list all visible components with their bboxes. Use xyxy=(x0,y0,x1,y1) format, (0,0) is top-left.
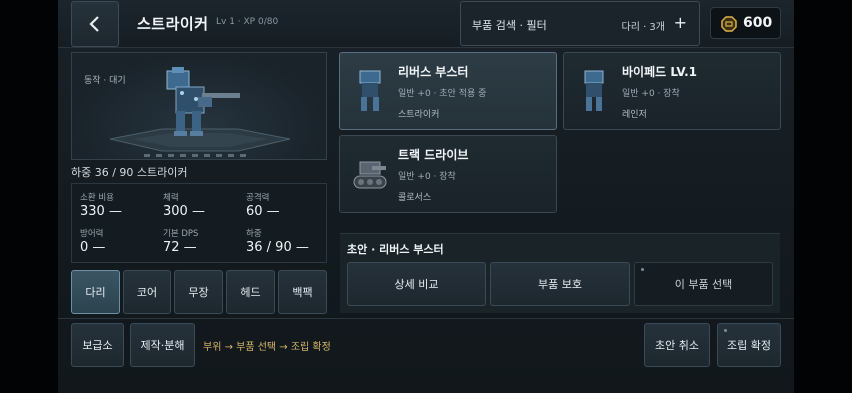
stat-label: 하중 xyxy=(246,229,262,239)
indicator-dot xyxy=(724,329,727,332)
part-title: 리버스 부스터 xyxy=(398,65,469,79)
stat-defense: 방어력 0 — xyxy=(80,227,105,255)
tab-legs[interactable]: 다리 xyxy=(71,270,120,314)
stat-value: 300 — xyxy=(163,204,205,219)
stat-load: 하중 36 / 90 — xyxy=(246,227,309,255)
level-xp: Lv 1 · XP 0/80 xyxy=(216,17,279,27)
confirm-assembly-button[interactable]: 조립 확정 xyxy=(717,323,781,367)
stat-value: 330 — xyxy=(80,204,122,219)
stat-value: 72 — xyxy=(163,240,197,255)
filter-summary: 다리 · 3개 xyxy=(621,22,666,33)
mech-preview: 동작 · 대기 xyxy=(71,52,327,160)
biped-thumbnail xyxy=(584,70,604,111)
stat-base-dps: 기본 DPS 72 — xyxy=(163,227,198,255)
reverse-booster-thumbnail xyxy=(359,70,381,111)
part-card-biped[interactable]: 바이페드 LV.1 일반 +0 · 장착 레인저 xyxy=(563,52,781,130)
add-filter-icon[interactable]: + xyxy=(674,13,687,32)
draft-detail-title: 초안 · 리버스 부스터 xyxy=(347,243,444,256)
protect-part-button[interactable]: 부품 보호 xyxy=(490,262,630,306)
part-owner: 레인저 xyxy=(622,110,647,120)
stat-label: 소환 비용 xyxy=(80,193,114,203)
part-title: 트랙 드라이브 xyxy=(398,148,469,162)
indicator-dot xyxy=(641,268,644,271)
currency-display: 600 xyxy=(710,7,781,39)
currency-value: 600 xyxy=(743,15,773,31)
stat-attack: 공격력 60 — xyxy=(246,191,280,219)
chevron-left-icon xyxy=(89,16,99,32)
part-search-filter[interactable]: 부품 검색 · 필터 다리 · 3개 + xyxy=(460,1,700,46)
craft-dismantle-button[interactable]: 제작·분해 xyxy=(130,323,195,367)
stat-summon-cost: 소환 비용 330 — xyxy=(80,191,122,219)
stat-value: 60 — xyxy=(246,204,280,219)
stat-label: 방어력 xyxy=(80,229,104,239)
part-status: 일반 +0 · 장착 xyxy=(622,89,680,99)
back-button[interactable] xyxy=(71,1,119,47)
stat-label: 공격력 xyxy=(246,193,270,203)
load-weight-summary: 하중 36 / 90 스트라이커 xyxy=(71,166,188,179)
tab-core[interactable]: 코어 xyxy=(123,270,171,314)
part-card-reverse-booster[interactable]: 리버스 부스터 일반 +0 · 초안 적용 중 스트라이커 xyxy=(339,52,557,130)
part-status: 일반 +0 · 초안 적용 중 xyxy=(398,89,487,99)
depot-button[interactable]: 보급소 xyxy=(71,323,124,367)
part-title: 바이페드 LV.1 xyxy=(622,65,697,79)
stat-value: 36 / 90 — xyxy=(246,240,309,255)
gear-coin-icon xyxy=(721,16,737,32)
flow-hint: 부위 → 부품 선택 → 조립 확정 xyxy=(203,342,331,353)
part-card-track-drive[interactable]: 트랙 드라이브 일반 +0 · 장착 콜로서스 xyxy=(339,135,557,213)
stat-label: 기본 DPS xyxy=(163,229,199,239)
stat-health: 체력 300 — xyxy=(163,191,205,219)
cancel-draft-button[interactable]: 초안 취소 xyxy=(644,323,710,367)
search-filter-label: 부품 검색 · 필터 xyxy=(472,19,547,32)
part-status: 일반 +0 · 장착 xyxy=(398,172,456,182)
stat-value: 0 — xyxy=(80,240,106,255)
confirm-assembly-label: 조립 확정 xyxy=(727,339,771,352)
tab-backpack[interactable]: 백팩 xyxy=(278,270,327,314)
part-owner: 콜로서스 xyxy=(398,193,432,203)
select-part-button[interactable]: 이 부품 선택 xyxy=(634,262,773,306)
mech-preview-image xyxy=(109,67,291,157)
tab-weapon[interactable]: 무장 xyxy=(174,270,223,314)
select-part-label: 이 부품 선택 xyxy=(674,278,733,291)
tab-head[interactable]: 헤드 xyxy=(226,270,275,314)
mech-name: 스트라이커 xyxy=(137,15,209,33)
part-owner: 스트라이커 xyxy=(398,110,440,120)
stats-panel: 소환 비용 330 — 체력 300 — 공격력 60 — 방어력 0 — 기본… xyxy=(71,183,327,263)
stat-label: 체력 xyxy=(163,193,179,203)
track-drive-thumbnail xyxy=(353,161,387,189)
compare-details-button[interactable]: 상세 비교 xyxy=(347,262,486,306)
